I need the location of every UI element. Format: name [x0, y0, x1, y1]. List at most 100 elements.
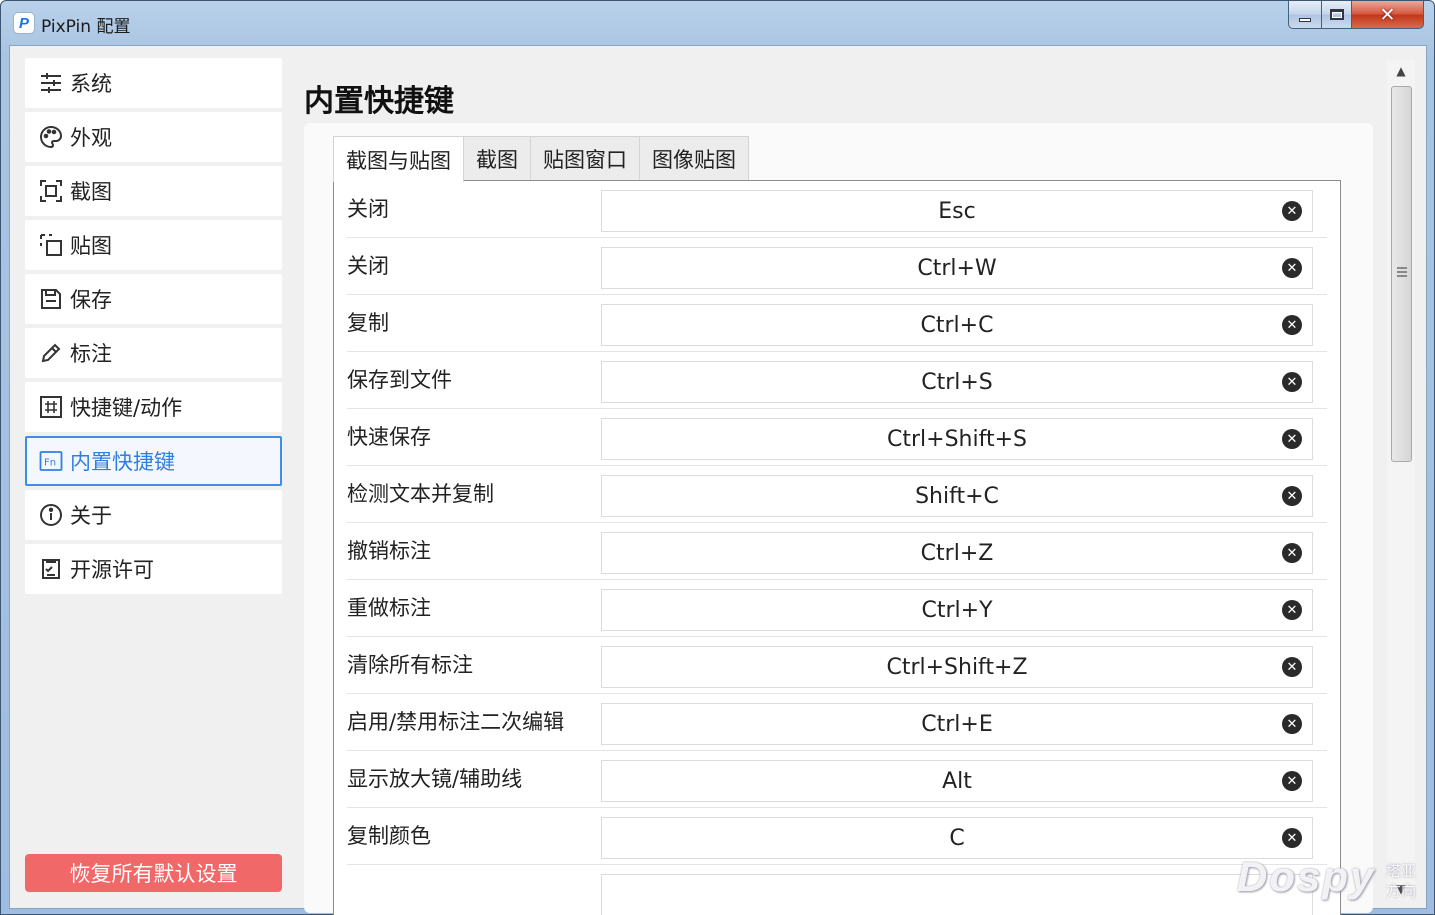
close-button[interactable]: ✕	[1352, 1, 1424, 29]
client-area: 系统 外观 截图 贴图 保存 标注 快捷键/动作 Fn 内置快捷键 关于 开源许…	[9, 45, 1427, 915]
window-title: PixPin 配置	[41, 17, 131, 37]
clear-icon[interactable]: ✕	[1282, 600, 1302, 620]
shortcut-key-field[interactable]: Ctrl+Y ✕	[601, 589, 1313, 631]
shortcut-action-label: 关闭	[347, 254, 389, 278]
tab-pin-window[interactable]: 贴图窗口	[530, 136, 640, 181]
shortcut-key-text: Ctrl+Z	[920, 540, 994, 566]
shortcut-row: 清除所有标注 Ctrl+Shift+Z ✕	[347, 637, 1327, 694]
tab-screenshot-and-pin[interactable]: 截图与贴图	[333, 136, 464, 182]
shortcut-key-field[interactable]: Alt ✕	[601, 760, 1313, 802]
info-icon	[38, 502, 64, 528]
shortcut-key-field[interactable]: Ctrl+Shift+Z ✕	[601, 646, 1313, 688]
shortcut-action-label: 撤销标注	[347, 539, 431, 563]
shortcut-key-field[interactable]: Ctrl+S ✕	[601, 361, 1313, 403]
shortcut-key-field[interactable]: Esc ✕	[601, 190, 1313, 232]
shortcut-key-text: Ctrl+C	[920, 312, 994, 338]
sidebar-item-builtin-shortcuts[interactable]: Fn 内置快捷键	[25, 436, 282, 486]
shortcut-key-text: Ctrl+Shift+S	[887, 426, 1027, 452]
sidebar: 系统 外观 截图 贴图 保存 标注 快捷键/动作 Fn 内置快捷键 关于 开源许…	[25, 58, 282, 598]
shortcut-action-label: 关闭	[347, 197, 389, 221]
scroll-up-icon[interactable]: ▲	[1387, 60, 1415, 82]
shortcut-row: 重做标注 Ctrl+Y ✕	[347, 580, 1327, 637]
palette-icon	[38, 124, 64, 150]
clear-icon[interactable]: ✕	[1282, 429, 1302, 449]
app-window: P PixPin 配置 ✕ 系统 外观 截图 贴图 保存 标注 快捷键/动作 F…	[0, 0, 1435, 915]
shortcut-key-field[interactable]: Ctrl+Z ✕	[601, 532, 1313, 574]
shortcut-key-field[interactable]: Ctrl+W ✕	[601, 247, 1313, 289]
clear-icon[interactable]: ✕	[1282, 714, 1302, 734]
tab-bar: 截图与贴图 截图 贴图窗口 图像贴图	[333, 136, 749, 182]
watermark-logo: Dospy	[1237, 853, 1376, 900]
settings-panel: 截图与贴图 截图 贴图窗口 图像贴图 关闭 Esc ✕ 关闭 Ctrl+W ✕ …	[304, 123, 1373, 915]
sidebar-item-licenses[interactable]: 开源许可	[25, 544, 282, 594]
shortcut-row: 显示放大镜/辅助线 Alt ✕	[347, 751, 1327, 808]
shortcut-action-label: 复制	[347, 311, 389, 335]
sidebar-item-screenshot[interactable]: 截图	[25, 166, 282, 216]
fn-icon: Fn	[38, 448, 64, 474]
reset-defaults-button[interactable]: 恢复所有默认设置	[25, 854, 282, 892]
tab-screenshot[interactable]: 截图	[463, 136, 531, 181]
clear-icon[interactable]: ✕	[1282, 201, 1302, 221]
page-title: 内置快捷键	[304, 84, 454, 119]
shortcut-row: 快速保存 Ctrl+Shift+S ✕	[347, 409, 1327, 466]
sidebar-item-appearance[interactable]: 外观	[25, 112, 282, 162]
save-icon	[38, 286, 64, 312]
shortcut-key-field[interactable]: Ctrl+C ✕	[601, 304, 1313, 346]
shortcut-row: 启用/禁用标注二次编辑 Ctrl+E ✕	[347, 694, 1327, 751]
clear-icon[interactable]: ✕	[1282, 828, 1302, 848]
shortcut-row: 保存到文件 Ctrl+S ✕	[347, 352, 1327, 409]
clear-icon[interactable]: ✕	[1282, 657, 1302, 677]
shortcut-action-label: 显示放大镜/辅助线	[347, 767, 523, 791]
shortcut-key-text: Ctrl+Shift+Z	[886, 654, 1028, 680]
sidebar-item-label: 贴图	[70, 234, 112, 258]
pin-icon	[38, 232, 64, 258]
shortcut-action-label: 复制颜色	[347, 824, 431, 848]
shortcut-key-text: Esc	[938, 198, 976, 224]
minimize-button[interactable]	[1288, 1, 1322, 29]
sidebar-item-about[interactable]: 关于	[25, 490, 282, 540]
window-controls: ✕	[1288, 1, 1424, 31]
shortcut-key-field[interactable]: Ctrl+Shift+S ✕	[601, 418, 1313, 460]
scrollbar-thumb[interactable]	[1391, 86, 1412, 462]
clear-icon[interactable]: ✕	[1282, 486, 1302, 506]
shortcut-key-text: Ctrl+S	[921, 369, 993, 395]
shortcut-key-field[interactable]: Shift+C ✕	[601, 475, 1313, 517]
screenshot-icon	[38, 178, 64, 204]
clear-icon[interactable]: ✕	[1282, 543, 1302, 563]
sidebar-item-label: 内置快捷键	[70, 450, 175, 474]
shortcut-action-label: 快速保存	[347, 425, 431, 449]
clear-icon[interactable]: ✕	[1282, 258, 1302, 278]
maximize-button[interactable]	[1322, 1, 1352, 29]
clear-icon[interactable]: ✕	[1282, 315, 1302, 335]
sidebar-item-save[interactable]: 保存	[25, 274, 282, 324]
pixpin-logo-icon: P	[13, 12, 35, 34]
shortcut-key-text: Ctrl+E	[921, 711, 993, 737]
close-icon: ✕	[1379, 3, 1396, 26]
sidebar-item-system[interactable]: 系统	[25, 58, 282, 108]
pencil-icon	[38, 340, 64, 366]
vertical-scrollbar[interactable]: ▲ ▼	[1387, 60, 1415, 900]
sidebar-item-label: 标注	[70, 342, 112, 366]
shortcut-key-field[interactable]	[601, 874, 1313, 915]
clear-icon[interactable]: ✕	[1282, 771, 1302, 791]
sidebar-item-shortcuts-actions[interactable]: 快捷键/动作	[25, 382, 282, 432]
shortcut-action-label: 保存到文件	[347, 368, 452, 392]
sidebar-item-label: 开源许可	[70, 558, 154, 582]
tab-image-pin[interactable]: 图像贴图	[639, 136, 749, 181]
shortcut-key-text: C	[949, 825, 965, 851]
clear-icon[interactable]: ✕	[1282, 372, 1302, 392]
hash-icon	[38, 394, 64, 420]
svg-text:Fn: Fn	[44, 458, 56, 469]
maximize-icon	[1329, 9, 1344, 20]
sidebar-item-pin[interactable]: 贴图	[25, 220, 282, 270]
shortcut-row: 关闭 Esc ✕	[347, 181, 1327, 238]
shortcut-key-field[interactable]: C ✕	[601, 817, 1313, 859]
sidebar-item-label: 系统	[70, 72, 112, 96]
sidebar-item-annotate[interactable]: 标注	[25, 328, 282, 378]
checklist-icon	[38, 556, 64, 582]
shortcut-key-field[interactable]: Ctrl+E ✕	[601, 703, 1313, 745]
title-bar[interactable]: P PixPin 配置 ✕	[1, 1, 1434, 45]
minimize-icon	[1299, 17, 1311, 22]
watermark-subtext: 塔亚方向	[1386, 862, 1417, 900]
shortcut-row: 复制 Ctrl+C ✕	[347, 295, 1327, 352]
